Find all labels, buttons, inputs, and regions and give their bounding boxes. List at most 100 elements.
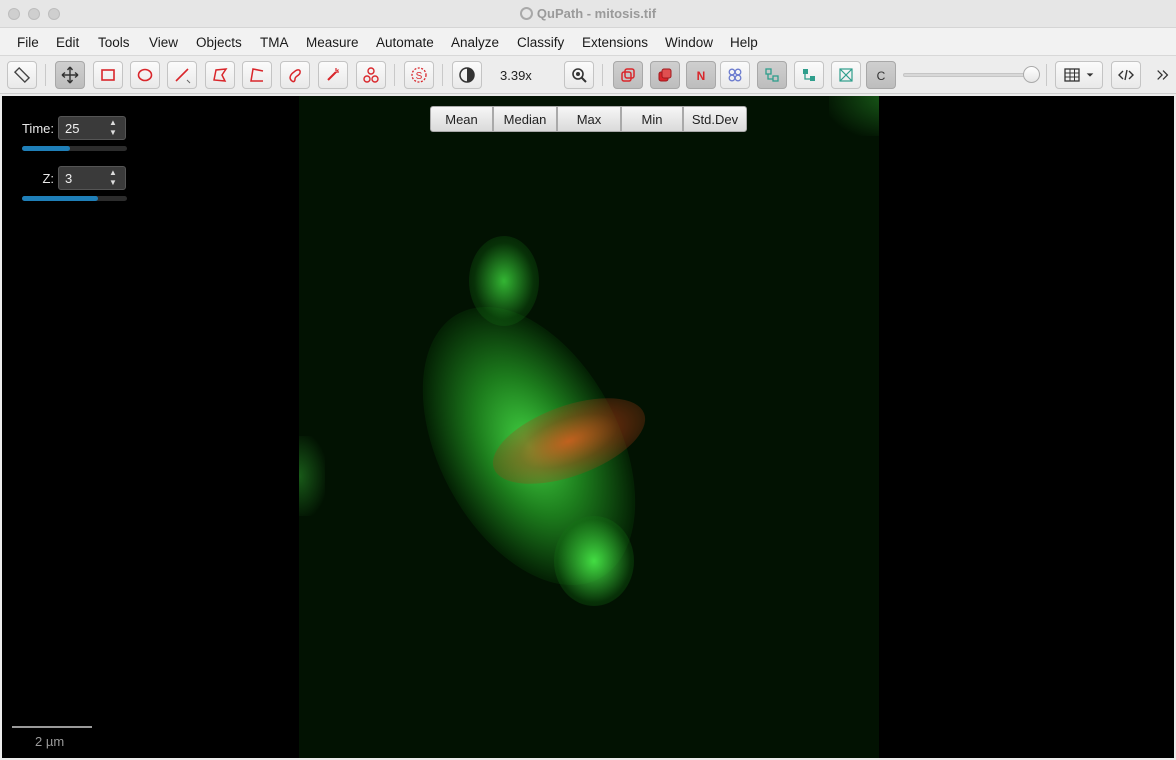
show-connections-button[interactable] <box>831 61 861 89</box>
wand-icon <box>327 68 339 81</box>
opacity-slider-knob[interactable] <box>1023 66 1040 83</box>
menu-view[interactable]: View <box>149 35 178 50</box>
time-value: 25 <box>65 121 80 136</box>
time-slider[interactable] <box>22 146 127 151</box>
spindle-pole-top <box>469 236 539 326</box>
line-icon <box>175 68 191 84</box>
menu-tma[interactable]: TMA <box>260 35 289 50</box>
code-icon <box>1118 69 1134 81</box>
filled-annotations-icon <box>658 68 672 82</box>
names-icon: N <box>697 69 706 83</box>
z-value: 3 <box>65 171 73 186</box>
zoom-level: 3.39x <box>500 68 532 83</box>
image-viewer[interactable]: Mean Median Max Min Std.Dev Time: 25 ▲ ▼ … <box>2 96 1174 758</box>
polygon-icon <box>213 68 228 82</box>
measurement-log-button[interactable] <box>7 61 37 89</box>
z-spinner[interactable]: 3 ▲ ▼ <box>58 166 126 190</box>
line-tool-button[interactable] <box>167 61 197 89</box>
contrast-icon <box>459 67 475 83</box>
fill-detections-button[interactable] <box>794 61 824 89</box>
qupath-logo-icon <box>519 7 533 20</box>
projection-stddev-button[interactable]: Std.Dev <box>683 106 747 132</box>
points-tool-button[interactable] <box>356 61 386 89</box>
menu-measure[interactable]: Measure <box>306 35 359 50</box>
window-title: QuPath - mitosis.tif <box>0 6 1176 21</box>
show-names-button[interactable]: N <box>686 61 716 89</box>
projection-min-button[interactable]: Min <box>621 106 683 132</box>
channel-viewer-button[interactable]: C <box>866 61 896 89</box>
annotations-icon <box>621 68 635 82</box>
title-bar: QuPath - mitosis.tif <box>0 0 1176 28</box>
filled-detections-icon <box>803 69 815 81</box>
toolbar-separator <box>394 64 395 86</box>
qupath-window: QuPath - mitosis.tif File Edit Tools Vie… <box>0 0 1176 760</box>
wand-tool-button[interactable] <box>318 61 348 89</box>
spinner-up-icon[interactable]: ▲ <box>103 118 123 128</box>
scalebar-label: 2 µm <box>35 734 65 749</box>
selection-mode-button[interactable]: S <box>404 61 434 89</box>
projection-median-button[interactable]: Median <box>493 106 557 132</box>
polyline-tool-button[interactable] <box>242 61 272 89</box>
rectangle-tool-button[interactable] <box>93 61 123 89</box>
fill-annotations-button[interactable] <box>650 61 680 89</box>
show-detections-button[interactable] <box>757 61 787 89</box>
menu-objects[interactable]: Objects <box>196 35 242 50</box>
tma-grid-icon <box>728 68 742 82</box>
rectangle-icon <box>101 69 115 81</box>
menu-help[interactable]: Help <box>730 35 758 50</box>
toolbar-separator <box>1046 64 1047 86</box>
scalebar <box>12 726 92 728</box>
chevron-down-icon <box>1086 73 1094 77</box>
fluorescence-image[interactable] <box>299 96 879 758</box>
connections-icon <box>839 68 853 82</box>
show-tma-grid-button[interactable] <box>720 61 750 89</box>
script-editor-button[interactable] <box>1111 61 1141 89</box>
zoom-to-fit-button[interactable] <box>564 61 594 89</box>
polygon-tool-button[interactable] <box>205 61 235 89</box>
toolbar-separator <box>602 64 603 86</box>
z-label: Z: <box>42 171 54 186</box>
time-spinner-arrows[interactable]: ▲ ▼ <box>103 118 123 138</box>
measurement-table-button[interactable] <box>1055 61 1103 89</box>
names-toggle-label: N <box>697 69 706 83</box>
z-spinner-arrows[interactable]: ▲ ▼ <box>103 168 123 188</box>
menu-classify[interactable]: Classify <box>517 35 564 50</box>
spinner-down-icon[interactable]: ▼ <box>103 178 123 188</box>
time-slider-fill <box>22 146 71 151</box>
opacity-slider-track[interactable] <box>903 73 1033 77</box>
channel-toggle-label: C <box>877 69 886 83</box>
menu-file[interactable]: File <box>17 35 39 50</box>
polyline-icon <box>250 68 264 82</box>
time-label: Time: <box>21 121 54 136</box>
menu-tools[interactable]: Tools <box>98 35 130 50</box>
brush-tool-button[interactable] <box>280 61 310 89</box>
spinner-down-icon[interactable]: ▼ <box>103 128 123 138</box>
toolbar-overflow-icon[interactable] <box>1155 67 1171 83</box>
menu-edit[interactable]: Edit <box>56 35 79 50</box>
detections-icon <box>765 68 779 82</box>
show-annotations-button[interactable] <box>613 61 643 89</box>
menu-bar: File Edit Tools View Objects TMA Measure… <box>0 28 1176 56</box>
selection-mode-icon: S <box>411 67 427 83</box>
toolbar-separator <box>45 64 46 86</box>
menu-analyze[interactable]: Analyze <box>451 35 499 50</box>
projection-max-button[interactable]: Max <box>557 106 621 132</box>
menu-window[interactable]: Window <box>665 35 713 50</box>
move-tool-button[interactable] <box>55 61 85 89</box>
projection-mean-button[interactable]: Mean <box>430 106 493 132</box>
menu-extensions[interactable]: Extensions <box>582 35 648 50</box>
z-slider[interactable] <box>22 196 127 201</box>
menu-automate[interactable]: Automate <box>376 35 434 50</box>
table-icon <box>1064 68 1080 82</box>
move-icon <box>61 66 79 84</box>
time-spinner[interactable]: 25 ▲ ▼ <box>58 116 126 140</box>
points-icon <box>363 67 379 83</box>
brush-icon <box>289 69 301 83</box>
window-title-text: QuPath - mitosis.tif <box>536 6 657 21</box>
ellipse-tool-button[interactable] <box>130 61 160 89</box>
brightness-contrast-button[interactable] <box>452 61 482 89</box>
corner-signal <box>829 96 879 136</box>
spinner-up-icon[interactable]: ▲ <box>103 168 123 178</box>
spindle-pole-bottom <box>554 516 634 606</box>
ellipse-icon <box>137 68 153 82</box>
